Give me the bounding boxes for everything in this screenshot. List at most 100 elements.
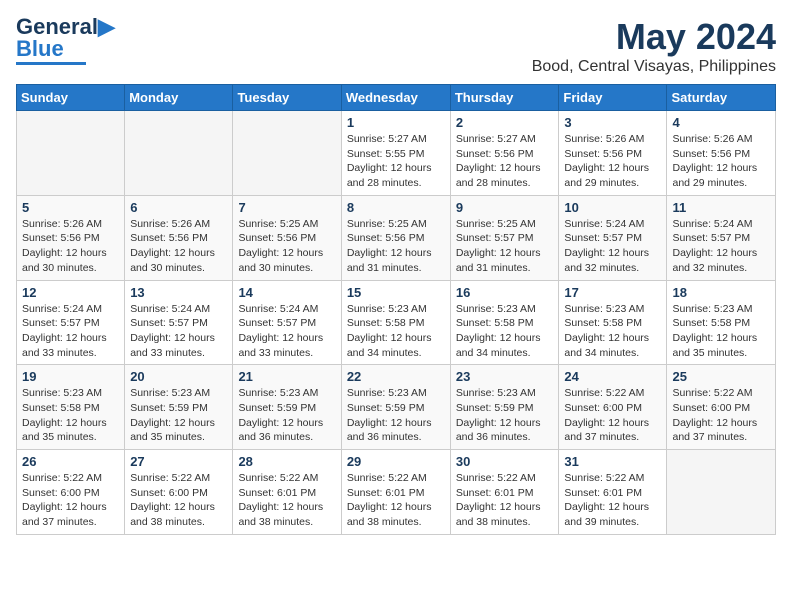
logo-text: General▶ — [16, 16, 115, 38]
cell-info: Sunrise: 5:27 AM Sunset: 5:56 PM Dayligh… — [456, 132, 554, 191]
cell-info: Sunrise: 5:22 AM Sunset: 6:00 PM Dayligh… — [22, 471, 119, 530]
table-row: 16 Sunrise: 5:23 AM Sunset: 5:58 PM Dayli… — [450, 280, 559, 365]
cell-day-number: 25 — [672, 369, 770, 384]
header-thursday: Thursday — [450, 85, 559, 111]
cell-day-number: 18 — [672, 285, 770, 300]
table-row: 9 Sunrise: 5:25 AM Sunset: 5:57 PM Daylig… — [450, 195, 559, 280]
cell-info: Sunrise: 5:26 AM Sunset: 5:56 PM Dayligh… — [672, 132, 770, 191]
cell-info: Sunrise: 5:22 AM Sunset: 6:00 PM Dayligh… — [564, 386, 661, 445]
cell-day-number: 15 — [347, 285, 445, 300]
table-row: 24 Sunrise: 5:22 AM Sunset: 6:00 PM Dayli… — [559, 365, 667, 450]
page-header: General▶ Blue May 2024 Bood, Central Vis… — [16, 16, 776, 76]
table-row: 30 Sunrise: 5:22 AM Sunset: 6:01 PM Dayli… — [450, 450, 559, 535]
cell-info: Sunrise: 5:22 AM Sunset: 6:01 PM Dayligh… — [347, 471, 445, 530]
header-sunday: Sunday — [17, 85, 125, 111]
table-row: 18Sunrise: 5:23 AM Sunset: 5:58 PM Dayli… — [667, 280, 776, 365]
cell-day-number: 10 — [564, 200, 661, 215]
cell-day-number: 29 — [347, 454, 445, 469]
table-row: 27 Sunrise: 5:22 AM Sunset: 6:00 PM Dayli… — [125, 450, 233, 535]
header-monday: Monday — [125, 85, 233, 111]
cell-info: Sunrise: 5:23 AM Sunset: 5:59 PM Dayligh… — [130, 386, 227, 445]
title-block: May 2024 Bood, Central Visayas, Philippi… — [532, 16, 776, 76]
table-row — [233, 111, 341, 196]
cell-info: Sunrise: 5:25 AM Sunset: 5:56 PM Dayligh… — [238, 217, 335, 276]
cell-day-number: 9 — [456, 200, 554, 215]
cell-info: Sunrise: 5:25 AM Sunset: 5:57 PM Dayligh… — [456, 217, 554, 276]
cell-day-number: 5 — [22, 200, 119, 215]
cell-day-number: 28 — [238, 454, 335, 469]
cell-day-number: 30 — [456, 454, 554, 469]
cell-day-number: 17 — [564, 285, 661, 300]
cell-info: Sunrise: 5:23 AM Sunset: 5:58 PM Dayligh… — [456, 302, 554, 361]
cell-day-number: 23 — [456, 369, 554, 384]
cell-info: Sunrise: 5:22 AM Sunset: 6:00 PM Dayligh… — [130, 471, 227, 530]
cell-info: Sunrise: 5:22 AM Sunset: 6:01 PM Dayligh… — [238, 471, 335, 530]
cell-info: Sunrise: 5:27 AM Sunset: 5:55 PM Dayligh… — [347, 132, 445, 191]
table-row: 25 Sunrise: 5:22 AM Sunset: 6:00 PM Dayli… — [667, 365, 776, 450]
table-row: 1 Sunrise: 5:27 AM Sunset: 5:55 PM Daylig… — [341, 111, 450, 196]
header-wednesday: Wednesday — [341, 85, 450, 111]
table-row: 3 Sunrise: 5:26 AM Sunset: 5:56 PM Daylig… — [559, 111, 667, 196]
table-row: 29 Sunrise: 5:22 AM Sunset: 6:01 PM Dayli… — [341, 450, 450, 535]
cell-day-number: 27 — [130, 454, 227, 469]
cell-day-number: 21 — [238, 369, 335, 384]
cell-info: Sunrise: 5:26 AM Sunset: 5:56 PM Dayligh… — [22, 217, 119, 276]
table-row — [17, 111, 125, 196]
cell-day-number: 24 — [564, 369, 661, 384]
cell-day-number: 1 — [347, 115, 445, 130]
table-row: 8Sunrise: 5:25 AM Sunset: 5:56 PM Daylig… — [341, 195, 450, 280]
table-row: 26 Sunrise: 5:22 AM Sunset: 6:00 PM Dayli… — [17, 450, 125, 535]
table-row: 14 Sunrise: 5:24 AM Sunset: 5:57 PM Dayli… — [233, 280, 341, 365]
cell-info: Sunrise: 5:24 AM Sunset: 5:57 PM Dayligh… — [130, 302, 227, 361]
cell-info: Sunrise: 5:23 AM Sunset: 5:59 PM Dayligh… — [347, 386, 445, 445]
cell-info: Sunrise: 5:26 AM Sunset: 5:56 PM Dayligh… — [564, 132, 661, 191]
cell-day-number: 14 — [238, 285, 335, 300]
cell-info: Sunrise: 5:23 AM Sunset: 5:58 PM Dayligh… — [347, 302, 445, 361]
cell-day-number: 6 — [130, 200, 227, 215]
cell-info: Sunrise: 5:24 AM Sunset: 5:57 PM Dayligh… — [238, 302, 335, 361]
cell-info: Sunrise: 5:24 AM Sunset: 5:57 PM Dayligh… — [564, 217, 661, 276]
page-subtitle: Bood, Central Visayas, Philippines — [532, 58, 776, 76]
cell-day-number: 11 — [672, 200, 770, 215]
cell-info: Sunrise: 5:23 AM Sunset: 5:58 PM Dayligh… — [22, 386, 119, 445]
table-row: 17 Sunrise: 5:23 AM Sunset: 5:58 PM Dayli… — [559, 280, 667, 365]
cell-day-number: 7 — [238, 200, 335, 215]
cell-info: Sunrise: 5:24 AM Sunset: 5:57 PM Dayligh… — [672, 217, 770, 276]
table-row: 15 Sunrise: 5:23 AM Sunset: 5:58 PM Dayli… — [341, 280, 450, 365]
table-row: 28 Sunrise: 5:22 AM Sunset: 6:01 PM Dayli… — [233, 450, 341, 535]
table-row: 4 Sunrise: 5:26 AM Sunset: 5:56 PM Daylig… — [667, 111, 776, 196]
cell-info: Sunrise: 5:22 AM Sunset: 6:01 PM Dayligh… — [564, 471, 661, 530]
calendar-table: Sunday Monday Tuesday Wednesday Thursday… — [16, 84, 776, 535]
cell-info: Sunrise: 5:22 AM Sunset: 6:00 PM Dayligh… — [672, 386, 770, 445]
cell-day-number: 3 — [564, 115, 661, 130]
header-friday: Friday — [559, 85, 667, 111]
cell-info: Sunrise: 5:25 AM Sunset: 5:56 PM Dayligh… — [347, 217, 445, 276]
cell-day-number: 16 — [456, 285, 554, 300]
cell-info: Sunrise: 5:22 AM Sunset: 6:01 PM Dayligh… — [456, 471, 554, 530]
header-saturday: Saturday — [667, 85, 776, 111]
table-row: 19 Sunrise: 5:23 AM Sunset: 5:58 PM Dayli… — [17, 365, 125, 450]
cell-day-number: 20 — [130, 369, 227, 384]
table-row: 13 Sunrise: 5:24 AM Sunset: 5:57 PM Dayli… — [125, 280, 233, 365]
table-row: 5 Sunrise: 5:26 AM Sunset: 5:56 PM Daylig… — [17, 195, 125, 280]
cell-day-number: 26 — [22, 454, 119, 469]
cell-info: Sunrise: 5:23 AM Sunset: 5:59 PM Dayligh… — [238, 386, 335, 445]
cell-day-number: 12 — [22, 285, 119, 300]
table-row: 7 Sunrise: 5:25 AM Sunset: 5:56 PM Daylig… — [233, 195, 341, 280]
cell-info: Sunrise: 5:23 AM Sunset: 5:58 PM Dayligh… — [564, 302, 661, 361]
table-row — [125, 111, 233, 196]
table-row: 31Sunrise: 5:22 AM Sunset: 6:01 PM Dayli… — [559, 450, 667, 535]
table-row: 20 Sunrise: 5:23 AM Sunset: 5:59 PM Dayli… — [125, 365, 233, 450]
table-row: 12 Sunrise: 5:24 AM Sunset: 5:57 PM Dayli… — [17, 280, 125, 365]
cell-day-number: 2 — [456, 115, 554, 130]
table-row: 21 Sunrise: 5:23 AM Sunset: 5:59 PM Dayli… — [233, 365, 341, 450]
cell-info: Sunrise: 5:24 AM Sunset: 5:57 PM Dayligh… — [22, 302, 119, 361]
table-row: 2 Sunrise: 5:27 AM Sunset: 5:56 PM Daylig… — [450, 111, 559, 196]
cell-info: Sunrise: 5:23 AM Sunset: 5:59 PM Dayligh… — [456, 386, 554, 445]
cell-day-number: 4 — [672, 115, 770, 130]
table-row — [667, 450, 776, 535]
cell-day-number: 22 — [347, 369, 445, 384]
cell-day-number: 13 — [130, 285, 227, 300]
cell-day-number: 19 — [22, 369, 119, 384]
logo-underline — [16, 62, 86, 65]
